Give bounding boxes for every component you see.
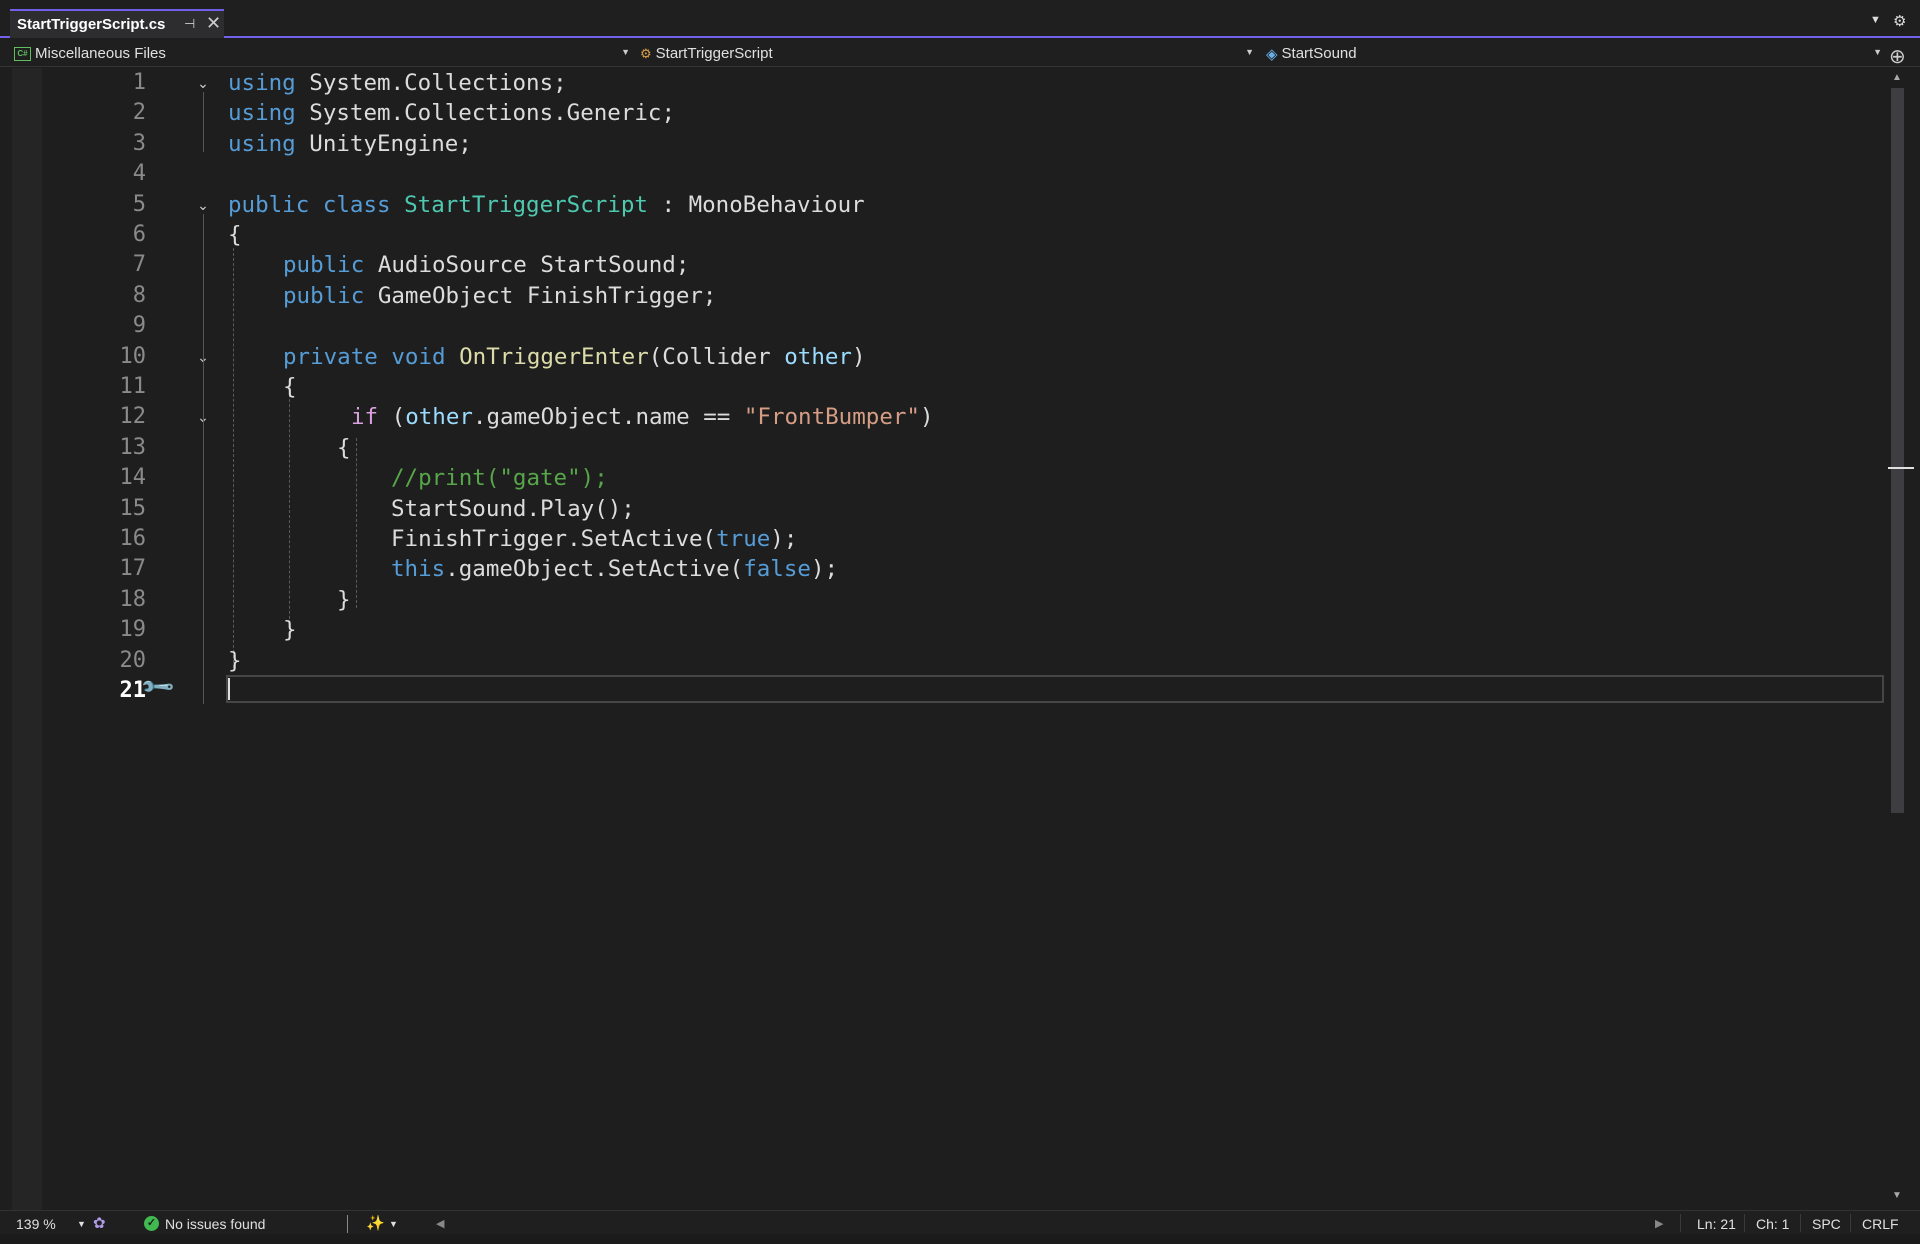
window-bottom-edge — [0, 1234, 1920, 1244]
line-number: 18 — [119, 587, 147, 612]
close-icon[interactable]: ✕ — [206, 13, 221, 34]
scroll-left-icon[interactable]: ◀ — [436, 1215, 444, 1233]
field-icon: ◈ — [1266, 45, 1278, 63]
code-line-11: { — [283, 374, 297, 400]
outline-line — [203, 214, 204, 704]
document-tab[interactable]: StartTriggerScript.cs ⊣ ✕ — [10, 9, 224, 38]
tab-overflow-dropdown-icon[interactable]: ▼ — [1870, 14, 1881, 26]
indicator-margin — [12, 68, 42, 1210]
fold-toggle-icon[interactable]: ⌄ — [193, 73, 213, 93]
text-caret — [228, 678, 230, 700]
chevron-down-icon[interactable]: ▼ — [77, 1215, 86, 1233]
line-number: 6 — [132, 222, 146, 247]
code-line-20: } — [228, 648, 242, 674]
chevron-down-icon: ▼ — [1245, 47, 1254, 57]
chevron-down-icon[interactable]: ▼ — [389, 1215, 398, 1233]
type-dropdown-label: StartTriggerScript — [655, 45, 773, 62]
copilot-icon[interactable]: ✿ — [93, 1215, 106, 1233]
divider — [1744, 1214, 1745, 1232]
outline-line — [203, 92, 204, 152]
scroll-right-icon[interactable]: ▶ — [1655, 1215, 1663, 1233]
issues-status[interactable]: No issues found — [165, 1215, 265, 1233]
line-number-current: 21 — [119, 678, 147, 703]
line-number: 3 — [132, 131, 146, 156]
line-number: 11 — [119, 374, 147, 399]
code-line-17: this.gameObject.SetActive(false); — [391, 556, 839, 582]
tab-title: StartTriggerScript.cs — [17, 16, 166, 33]
code-cleanup-icon[interactable]: ✨ — [366, 1215, 385, 1233]
divider — [1850, 1214, 1851, 1232]
column-indicator[interactable]: Ch: 1 — [1756, 1215, 1789, 1233]
line-number: 16 — [119, 526, 147, 551]
scrollbar-thumb[interactable] — [1891, 88, 1904, 813]
gear-icon[interactable]: ⚙ — [1893, 12, 1906, 30]
project-dropdown[interactable]: C# Miscellaneous Files ▼ — [14, 42, 634, 65]
whitespace-indicator[interactable]: SPC — [1812, 1215, 1841, 1233]
line-number: 15 — [119, 496, 147, 521]
code-line-3: using UnityEngine; — [228, 131, 472, 157]
divider — [1680, 1214, 1681, 1232]
class-icon: ⚙ — [640, 45, 652, 61]
indent-guide — [289, 384, 290, 639]
line-number: 12 — [119, 404, 147, 429]
editor-status-bar: 139 % ▼ ✿ ✓ No issues found ✨ ▼ ◀ ▶ Ln: … — [0, 1210, 1920, 1234]
type-dropdown[interactable]: ⚙ StartTriggerScript ▼ — [640, 42, 1258, 65]
chevron-down-icon: ▼ — [621, 47, 630, 57]
code-line-5: public class StartTriggerScript : MonoBe… — [228, 192, 865, 218]
fold-toggle-icon[interactable]: ⌄ — [193, 195, 213, 215]
member-dropdown[interactable]: ◈ StartSound ▼ — [1266, 42, 1886, 65]
split-window-icon[interactable]: ⊕ — [1889, 44, 1906, 69]
code-line-7: public AudioSource StartSound; — [283, 252, 690, 278]
pin-icon[interactable]: ⊣ — [184, 16, 195, 32]
project-dropdown-label: Miscellaneous Files — [35, 45, 166, 62]
code-line-6: { — [228, 222, 242, 248]
scroll-up-icon[interactable]: ▲ — [1892, 72, 1902, 83]
line-indicator[interactable]: Ln: 21 — [1697, 1215, 1736, 1233]
caret-position-marker — [1888, 467, 1914, 469]
divider — [347, 1215, 348, 1233]
line-number: 5 — [132, 192, 146, 217]
code-line-10: private void OnTriggerEnter(Collider oth… — [283, 344, 866, 370]
check-circle-icon: ✓ — [144, 1216, 159, 1231]
line-number: 20 — [119, 648, 147, 673]
line-number: 19 — [119, 617, 147, 642]
line-number: 4 — [132, 161, 146, 186]
current-line-highlight — [226, 675, 1884, 703]
code-line-12: if (other.gameObject.name == "FrontBumpe… — [351, 404, 934, 430]
document-tab-strip: StartTriggerScript.cs ⊣ ✕ ▼ ⚙ — [0, 0, 1920, 38]
navigation-bar: C# Miscellaneous Files ▼ ⚙ StartTriggerS… — [0, 40, 1920, 67]
line-number: 17 — [119, 556, 147, 581]
code-line-2: using System.Collections.Generic; — [228, 100, 676, 126]
code-line-1: using System.Collections; — [228, 70, 567, 96]
line-number: 1 — [132, 70, 146, 95]
indent-guide — [356, 438, 357, 608]
scroll-down-icon[interactable]: ▼ — [1892, 1190, 1902, 1201]
code-line-8: public GameObject FinishTrigger; — [283, 283, 717, 309]
code-line-14: //print("gate"); — [391, 465, 608, 491]
member-dropdown-label: StartSound — [1281, 45, 1357, 62]
divider — [1800, 1214, 1801, 1232]
line-number: 13 — [119, 435, 147, 460]
line-ending-indicator[interactable]: CRLF — [1862, 1215, 1899, 1233]
chevron-down-icon: ▼ — [1873, 47, 1882, 57]
code-line-16: FinishTrigger.SetActive(true); — [391, 526, 798, 552]
code-line-19: } — [283, 617, 297, 643]
line-number: 8 — [132, 283, 146, 308]
line-number: 14 — [119, 465, 147, 490]
vertical-scrollbar[interactable]: ▲ ▼ — [1888, 68, 1914, 1210]
code-line-15: StartSound.Play(); — [391, 496, 635, 522]
csharp-project-icon: C# — [14, 46, 31, 61]
zoom-level[interactable]: 139 % — [16, 1215, 56, 1233]
line-number: 7 — [132, 252, 146, 277]
line-number: 9 — [132, 313, 146, 338]
line-number: 2 — [132, 100, 146, 125]
line-number: 10 — [119, 344, 147, 369]
code-editor[interactable]: 1 2 3 4 5 6 7 8 9 10 11 12 13 14 15 16 1… — [0, 68, 1920, 1210]
code-line-13: { — [337, 435, 351, 461]
indent-guide — [233, 248, 234, 668]
code-line-18: } — [337, 587, 351, 613]
